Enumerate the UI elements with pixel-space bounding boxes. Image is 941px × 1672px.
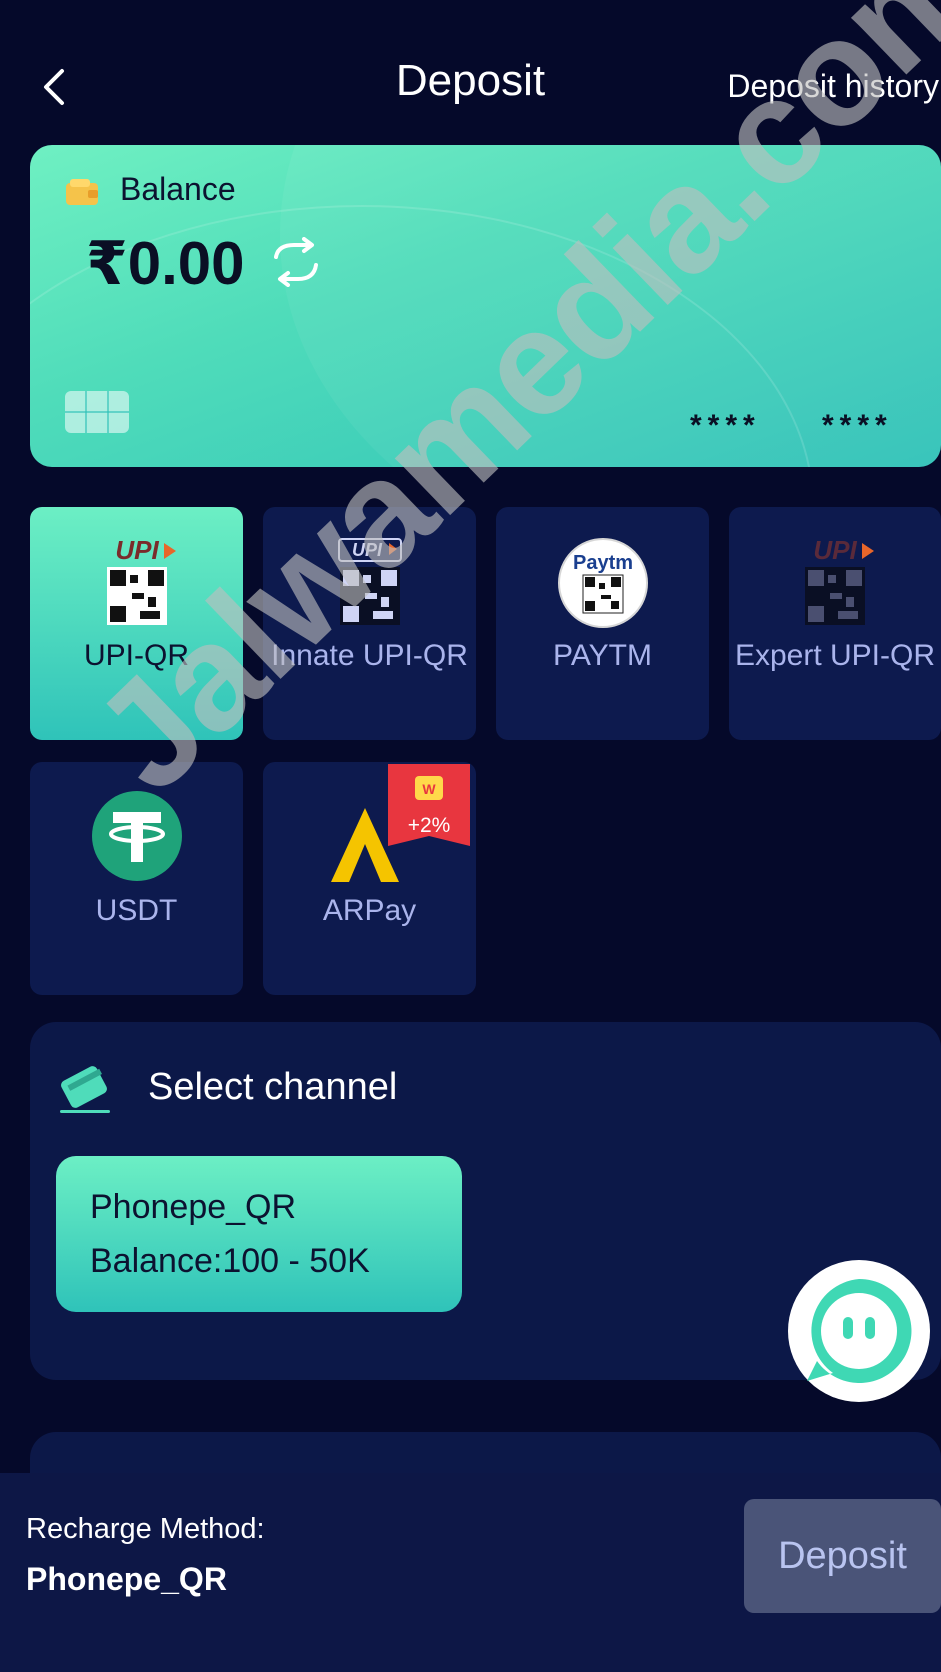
chat-bot-icon: [807, 1278, 912, 1383]
card-icon: [60, 1066, 110, 1113]
svg-text:W: W: [422, 781, 436, 797]
svg-text:UPI: UPI: [351, 540, 382, 560]
upi-qr-icon: UPI: [337, 538, 402, 625]
wallet-icon: [66, 179, 98, 205]
recharge-method-caption: Recharge Method:: [26, 1513, 265, 1545]
method-label: UPI-QR: [84, 639, 189, 672]
recharge-method-value: Phonepe_QR: [26, 1561, 227, 1597]
promo-flag-icon: W: [388, 764, 470, 846]
channel-option-phonepe-qr[interactable]: Phonepe_QR Balance:100 - 50K: [56, 1156, 462, 1312]
svg-text:UPI: UPI: [115, 535, 159, 565]
deposit-button[interactable]: Deposit: [744, 1499, 941, 1613]
bottom-bar: Recharge Method: Phonepe_QR Deposit: [0, 1473, 941, 1672]
deposit-history-link[interactable]: Deposit history: [727, 68, 939, 105]
svg-text:UPI: UPI: [813, 535, 857, 565]
channel-range: Balance:100 - 50K: [90, 1242, 370, 1280]
method-tile-paytm[interactable]: Paytm PAYTM: [496, 507, 709, 740]
balance-amount: ₹0.00: [86, 230, 245, 297]
card-number-mask: ****: [822, 409, 893, 442]
card-chip-icon: [65, 391, 129, 433]
svg-text:Paytm: Paytm: [572, 552, 632, 574]
refresh-icon[interactable]: [266, 237, 326, 287]
method-label: PAYTM: [553, 639, 652, 672]
method-tile-innate-upi-qr[interactable]: UPI Innate UPI-QR: [263, 507, 476, 740]
channel-name: Phonepe_QR: [90, 1188, 297, 1226]
method-label: Innate UPI-QR: [271, 639, 468, 672]
balance-label: Balance: [120, 171, 236, 207]
method-label: ARPay: [322, 894, 417, 927]
upi-qr-icon: UPI: [106, 535, 176, 625]
method-tile-usdt[interactable]: USDT: [30, 762, 243, 995]
method-tile-upi-qr[interactable]: UPI UPI-QR: [30, 507, 243, 740]
balance-card: Balance ₹0.00 **** ****: [30, 145, 941, 467]
card-number-mask: ****: [690, 409, 761, 442]
method-label: USDT: [95, 894, 178, 927]
header: Deposit Deposit history: [0, 0, 941, 140]
promo-text: +2%: [407, 814, 451, 837]
tether-icon: [91, 791, 182, 881]
chat-support-button[interactable]: [788, 1260, 930, 1402]
paytm-qr-icon: Paytm: [557, 538, 648, 628]
channel-title: Select channel: [148, 1066, 398, 1108]
upi-qr-icon: UPI: [805, 535, 874, 625]
promo-badge: W +2%: [388, 764, 470, 854]
method-tile-expert-upi-qr[interactable]: UPI Expert UPI-QR: [729, 507, 941, 740]
method-label: Expert UPI-QR: [734, 639, 936, 672]
